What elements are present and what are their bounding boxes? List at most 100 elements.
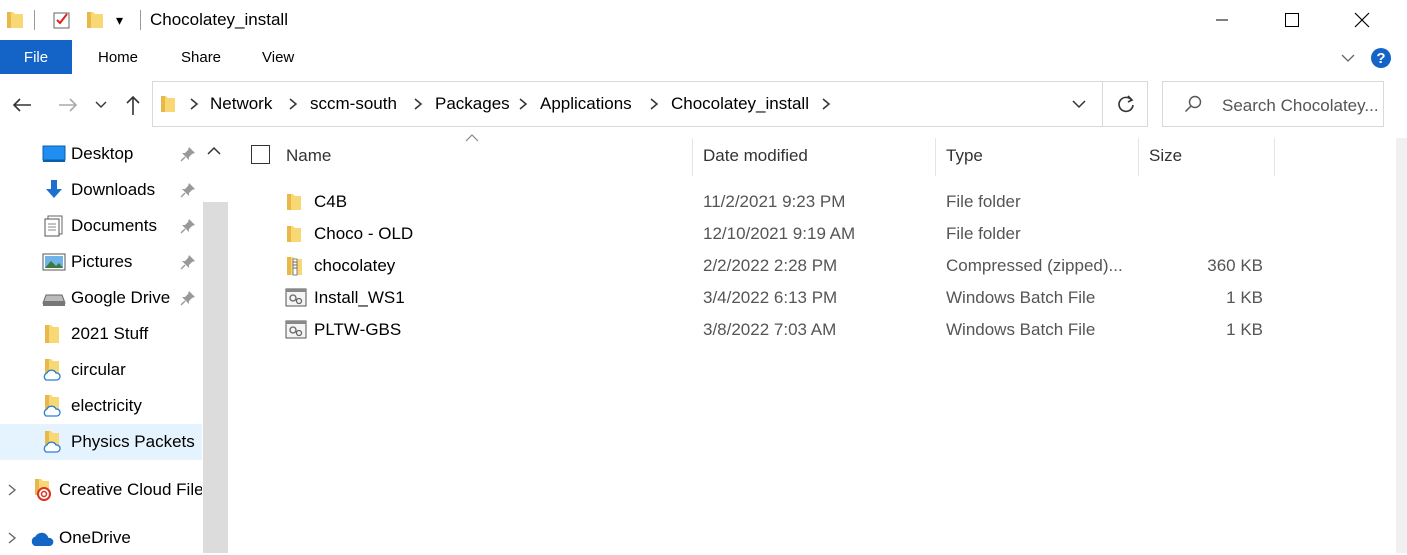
nav-item-physics-packets[interactable]: Physics Packets — [0, 424, 202, 460]
breadcrumb-applications[interactable]: Applications — [540, 94, 632, 114]
nav-item-onedrive[interactable]: OneDrive — [0, 521, 202, 555]
file-date: 11/2/2021 9:23 PM — [703, 192, 846, 211]
cloud-folder-icon — [43, 431, 61, 453]
close-icon — [1354, 12, 1370, 28]
breadcrumb-separator-icon[interactable] — [517, 96, 529, 112]
download-arrow-icon — [46, 180, 62, 198]
nav-label: Google Drive — [71, 288, 171, 307]
nav-item-downloads[interactable]: Downloads — [0, 173, 202, 207]
column-divider[interactable] — [935, 138, 936, 176]
folder-icon[interactable] — [6, 10, 24, 30]
forward-arrow-icon — [59, 98, 78, 112]
up-arrow-icon — [126, 95, 140, 115]
file-name[interactable]: chocolatey — [314, 256, 395, 276]
breadcrumb-network[interactable]: Network — [210, 94, 272, 114]
expand-ribbon-icon[interactable] — [1340, 50, 1356, 66]
column-header-date-modified[interactable]: Date modified — [703, 146, 808, 166]
expand-chevron-icon[interactable] — [6, 531, 18, 545]
nav-label: Desktop — [71, 144, 134, 163]
folder-icon — [161, 96, 175, 112]
pictures-icon — [42, 253, 66, 271]
nav-label: Creative Cloud File — [59, 480, 202, 499]
column-divider[interactable] — [1138, 138, 1139, 176]
nav-item-circular[interactable]: circular — [0, 353, 202, 387]
tab-share[interactable]: Share — [181, 40, 221, 74]
table-row[interactable]: PLTW-GBS 3/8/2022 7:03 AM Windows Batch … — [240, 314, 1280, 346]
file-size: 1 KB — [1226, 320, 1263, 339]
refresh-icon[interactable] — [1116, 94, 1136, 114]
sort-ascending-icon — [465, 134, 479, 142]
new-folder-icon[interactable] — [86, 10, 104, 30]
file-type: File folder — [946, 192, 1021, 211]
documents-icon — [44, 215, 63, 237]
file-size: 1 KB — [1226, 288, 1263, 307]
breadcrumb-sccm-south[interactable]: sccm-south — [310, 94, 397, 114]
column-header-size[interactable]: Size — [1149, 146, 1182, 166]
table-row[interactable]: C4B 11/2/2021 9:23 PM File folder — [240, 186, 1280, 218]
up-button[interactable] — [120, 92, 146, 118]
recent-locations-button[interactable] — [90, 92, 112, 118]
breadcrumb-separator-icon[interactable] — [820, 96, 832, 112]
window-title: Chocolatey_install — [150, 10, 288, 29]
file-date: 12/10/2021 9:19 AM — [703, 224, 856, 243]
nav-label: 2021 Stuff — [71, 324, 149, 343]
nav-item-google-drive[interactable]: Google Drive — [0, 281, 202, 315]
nav-item-2021-stuff[interactable]: 2021 Stuff — [0, 317, 202, 351]
search-icon — [1184, 95, 1202, 113]
file-date: 3/4/2022 6:13 PM — [703, 288, 838, 307]
pin-icon[interactable] — [180, 218, 196, 234]
file-name[interactable]: C4B — [314, 192, 347, 212]
back-button[interactable] — [9, 92, 35, 118]
file-name[interactable]: Install_WS1 — [314, 288, 405, 308]
tab-file[interactable]: File — [0, 40, 72, 74]
nav-label: Pictures — [71, 252, 133, 271]
nav-item-desktop[interactable]: Desktop — [0, 137, 202, 171]
tab-home[interactable]: Home — [98, 40, 138, 74]
close-button[interactable] — [1327, 0, 1397, 40]
nav-item-electricity[interactable]: electricity — [0, 389, 202, 423]
pin-icon[interactable] — [180, 146, 196, 162]
nav-label: Documents — [71, 216, 157, 235]
column-header-name[interactable]: Name — [286, 146, 331, 166]
file-name[interactable]: Choco - OLD — [314, 224, 413, 244]
desktop-icon — [42, 145, 66, 162]
breadcrumb-separator-icon[interactable] — [648, 96, 660, 112]
breadcrumb-separator-icon[interactable] — [412, 96, 424, 112]
nav-item-documents[interactable]: Documents — [0, 209, 202, 243]
column-divider[interactable] — [1274, 138, 1275, 176]
nav-item-pictures[interactable]: Pictures — [0, 245, 202, 279]
file-date: 3/8/2022 7:03 AM — [703, 320, 837, 339]
table-row[interactable]: Choco - OLD 12/10/2021 9:19 AM File fold… — [240, 218, 1280, 250]
search-input[interactable]: Search Chocolatey... — [1222, 96, 1379, 116]
pin-icon[interactable] — [180, 254, 196, 270]
onedrive-icon — [31, 532, 54, 546]
folder-icon — [45, 325, 59, 343]
column-header-type[interactable]: Type — [946, 146, 983, 166]
nav-pane-scrollbar[interactable] — [203, 202, 228, 553]
maximize-button[interactable] — [1257, 0, 1327, 40]
file-list-scrollbar[interactable] — [1396, 138, 1407, 553]
minimize-button[interactable] — [1187, 0, 1257, 40]
table-row[interactable]: chocolatey 2/2/2022 2:28 PM Compressed (… — [240, 250, 1280, 282]
table-row[interactable]: Install_WS1 3/4/2022 6:13 PM Windows Bat… — [240, 282, 1280, 314]
tab-view[interactable]: View — [262, 40, 294, 74]
pin-icon[interactable] — [180, 290, 196, 306]
properties-icon[interactable] — [52, 10, 72, 30]
file-name[interactable]: PLTW-GBS — [314, 320, 401, 340]
pin-icon[interactable] — [180, 182, 196, 198]
zip-folder-icon — [287, 257, 302, 276]
customize-toolbar-dropdown[interactable]: ▾ — [116, 12, 123, 29]
nav-item-creative-cloud[interactable]: Creative Cloud File — [0, 473, 202, 507]
select-all-checkbox[interactable] — [251, 145, 270, 164]
nav-scroll-up-icon[interactable] — [206, 146, 222, 156]
nav-label: electricity — [71, 396, 142, 415]
file-type: File folder — [946, 224, 1021, 243]
breadcrumb-separator-icon[interactable] — [287, 96, 299, 112]
help-icon[interactable]: ? — [1370, 47, 1392, 69]
forward-button[interactable] — [55, 92, 81, 118]
expand-chevron-icon[interactable] — [6, 483, 18, 497]
breadcrumb-packages[interactable]: Packages — [435, 94, 510, 114]
column-divider[interactable] — [692, 138, 693, 176]
address-history-chevron-icon[interactable] — [1071, 98, 1087, 110]
breadcrumb-chocolatey-install[interactable]: Chocolatey_install — [671, 94, 809, 114]
